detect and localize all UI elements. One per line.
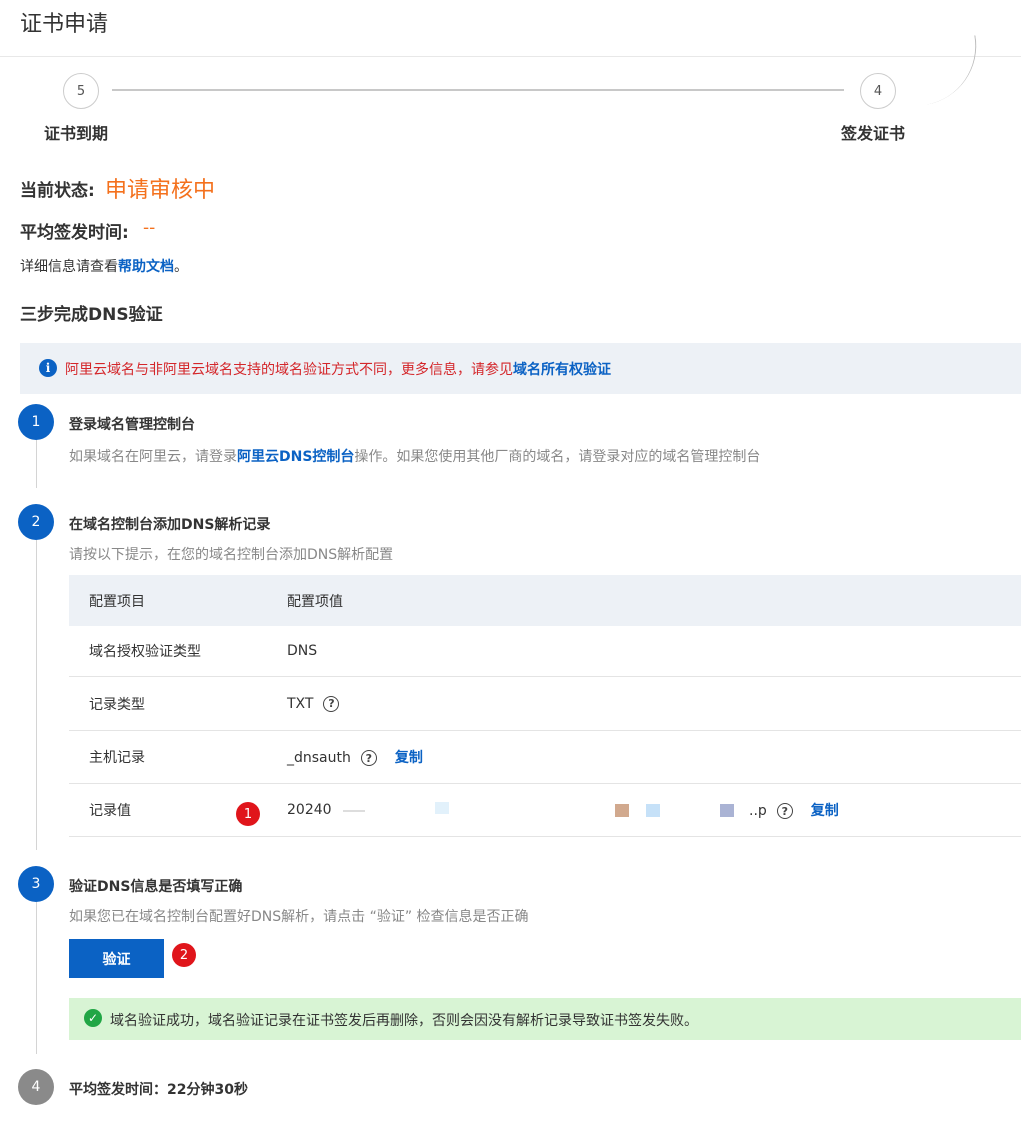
dns-section-title: 三步完成DNS验证 xyxy=(20,305,163,325)
help-doc-link[interactable]: 帮助文档 xyxy=(118,259,174,275)
redacted-fragment xyxy=(435,802,449,814)
row-key: 记录值 xyxy=(89,803,131,819)
column-header-value: 配置项值 xyxy=(287,593,343,610)
step-number-4: 4 xyxy=(18,1069,54,1105)
row-key: 主机记录 xyxy=(89,750,145,766)
table-row: 记录类型 TXT? xyxy=(69,677,1021,731)
step-2-title: 在域名控制台添加DNS解析记录 xyxy=(69,517,271,533)
column-header-item: 配置项目 xyxy=(89,593,145,610)
stepper-node-right: 4 xyxy=(860,73,896,109)
step-connector xyxy=(36,540,37,850)
verify-button[interactable]: 验证 xyxy=(69,939,164,978)
step-number-3: 3 xyxy=(18,866,54,902)
row-value: TXT xyxy=(287,695,314,712)
stepper-node-number: 5 xyxy=(76,83,86,99)
step-3-description: 如果您已在域名控制台配置好DNS解析，请点击 “验证” 检查信息是否正确 xyxy=(69,909,529,925)
step-number-2: 2 xyxy=(18,504,54,540)
domain-ownership-link[interactable]: 域名所有权验证 xyxy=(513,362,611,378)
info-icon: i xyxy=(39,359,57,377)
stepper-track xyxy=(112,89,844,91)
marker-number: 2 xyxy=(179,947,189,963)
success-message: 域名验证成功，域名验证记录在证书签发后再删除，否则会因没有解析记录导致证书签发失… xyxy=(110,1013,698,1029)
question-icon[interactable]: ? xyxy=(360,750,377,766)
info-banner-text: 阿里云域名与非阿里云域名支持的域名验证方式不同，更多信息，请参见域名所有权验证 xyxy=(65,359,611,379)
row-value-cell: _dnsauth? 复制 xyxy=(287,747,423,767)
step-1-title: 登录域名管理控制台 xyxy=(69,417,195,433)
question-icon[interactable]: ? xyxy=(776,803,793,819)
row-value: DNS xyxy=(287,643,318,659)
step-number-text: 3 xyxy=(31,876,41,892)
info-banner: i 阿里云域名与非阿里云域名支持的域名验证方式不同，更多信息，请参见域名所有权验… xyxy=(20,343,1021,394)
redacted-fragment xyxy=(615,804,629,817)
current-status-label: 当前状态: xyxy=(20,181,95,201)
row-key: 记录类型 xyxy=(89,696,145,713)
stepper-label-right: 签发证书 xyxy=(841,124,906,143)
avg-issue-time-value: -- xyxy=(143,218,156,238)
page-title: 证书申请 xyxy=(20,12,109,37)
table-row: 主机记录 _dnsauth? 复制 xyxy=(69,731,1021,784)
step-1-desc-prefix: 如果域名在阿里云，请登录 xyxy=(69,449,237,465)
marker-number: 1 xyxy=(243,806,253,822)
stepper-node-number: 4 xyxy=(873,83,883,99)
table-row: 记录值 20240 ..p? 复制 xyxy=(69,784,1021,837)
table-row: 域名授权验证类型 DNS xyxy=(69,626,1021,677)
step-connector xyxy=(36,902,37,1054)
redacted-fragment xyxy=(720,804,734,817)
copy-host-record-button[interactable]: 复制 xyxy=(395,750,423,766)
help-line: 详细信息请查看帮助文档。 xyxy=(20,256,188,276)
step-4-title: 平均签发时间：22分钟30秒 xyxy=(69,1082,248,1098)
step-number-text: 1 xyxy=(31,414,41,430)
dns-config-table: 配置项目 配置项值 域名授权验证类型 DNS 记录类型 TXT? 主机记录 _d… xyxy=(69,575,1021,837)
success-banner: ✓ 域名验证成功，域名验证记录在证书签发后再删除，否则会因没有解析记录导致证书签… xyxy=(69,998,1021,1040)
step-2-description: 请按以下提示，在您的域名控制台添加DNS解析配置 xyxy=(69,547,394,563)
help-prefix: 详细信息请查看 xyxy=(20,259,118,275)
info-banner-message: 阿里云域名与非阿里云域名支持的域名验证方式不同，更多信息，请参见 xyxy=(65,362,513,378)
avg-issue-time-label: 平均签发时间: xyxy=(20,223,129,243)
row-value-end: ..p xyxy=(749,803,767,819)
step-3-title: 验证DNS信息是否填写正确 xyxy=(69,879,243,895)
aliyun-dns-console-link[interactable]: 阿里云DNS控制台 xyxy=(237,449,354,465)
row-value-start: 20240 xyxy=(287,802,332,818)
step-1-description: 如果域名在阿里云，请登录阿里云DNS控制台操作。如果您使用其他厂商的域名，请登录… xyxy=(69,446,760,466)
step-1-desc-suffix: 操作。如果您使用其他厂商的域名，请登录对应的域名管理控制台 xyxy=(354,449,761,465)
table-header-row: 配置项目 配置项值 xyxy=(69,575,1021,626)
current-status-value: 申请审核中 xyxy=(105,178,216,203)
help-suffix: 。 xyxy=(174,259,188,275)
check-circle-icon: ✓ xyxy=(84,1009,102,1027)
step-number-text: 2 xyxy=(31,514,41,530)
step-number-text: 4 xyxy=(31,1079,41,1095)
step-connector xyxy=(36,438,37,488)
annotation-marker-1: 1 xyxy=(236,802,260,826)
redacted-fragment xyxy=(646,804,660,817)
redacted-fragment xyxy=(343,810,365,812)
row-value-cell: TXT? xyxy=(287,695,340,712)
header-divider xyxy=(0,56,1021,57)
decorative-arc xyxy=(915,35,986,105)
annotation-marker-2: 2 xyxy=(172,943,196,967)
row-key: 域名授权验证类型 xyxy=(89,644,201,660)
row-value-end-cell: ..p? 复制 xyxy=(749,800,839,820)
step-number-1: 1 xyxy=(18,404,54,440)
question-icon[interactable]: ? xyxy=(323,695,340,712)
stepper-label-left: 证书到期 xyxy=(44,124,109,143)
stepper-node-left: 5 xyxy=(63,73,99,109)
row-value: _dnsauth xyxy=(287,750,351,766)
copy-record-value-button[interactable]: 复制 xyxy=(811,803,839,819)
